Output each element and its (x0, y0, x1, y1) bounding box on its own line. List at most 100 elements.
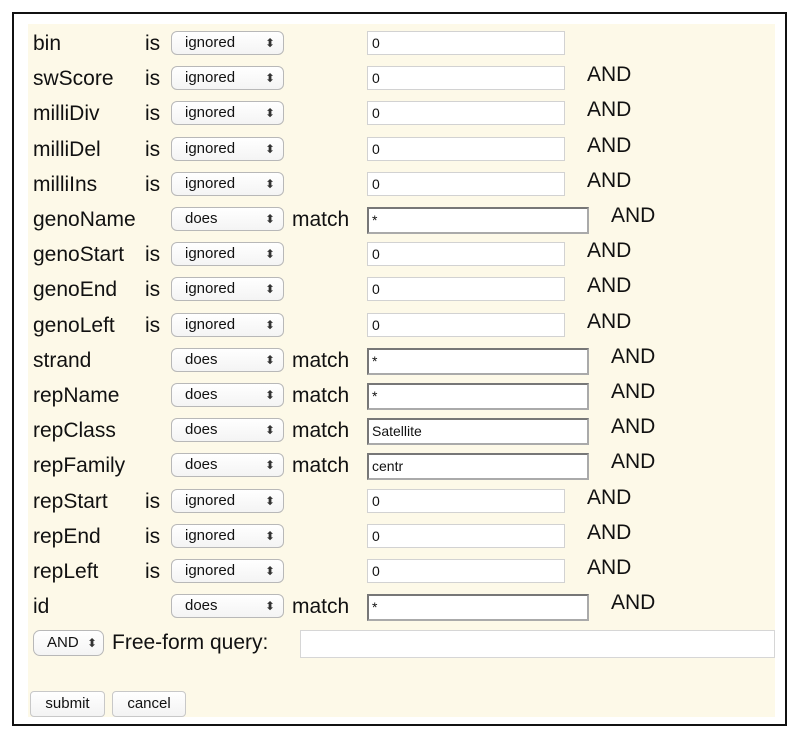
filter-row-repFamily: repFamily does ⬍ match centr AND (28, 450, 775, 485)
field-name: repName (33, 384, 120, 407)
conjunction-label: AND (587, 133, 632, 157)
comparison-select[interactable]: ignored ⬍ (171, 136, 284, 161)
match-word: match (292, 384, 350, 407)
operator-word: is (145, 313, 161, 337)
conjunction-label: AND (611, 591, 656, 615)
comparison-select-value: ignored (185, 491, 236, 509)
field-name: repEnd (33, 524, 101, 548)
freeform-query-input[interactable] (300, 630, 775, 658)
comparison-select-value: does (185, 421, 218, 439)
comparison-select-value: does (185, 597, 218, 615)
operator-word: is (145, 172, 161, 196)
comparison-select-value: ignored (185, 69, 236, 87)
filter-row-genoEnd: genoEnd is ignored ⬍ 0 AND (28, 274, 775, 309)
select-arrows-icon: ⬍ (264, 212, 275, 226)
filter-row-genoLeft: genoLeft is ignored ⬍ 0 AND (28, 310, 775, 345)
conjunction-label: AND (587, 239, 632, 263)
repClass-value-input[interactable]: Satellite (367, 418, 589, 446)
cancel-button[interactable]: cancel (112, 691, 186, 717)
submit-button[interactable]: submit (30, 691, 105, 717)
comparison-select[interactable]: ignored ⬍ (171, 101, 284, 126)
freeform-conjunction-value: AND (47, 634, 79, 651)
comparison-select[interactable]: ignored ⬍ (171, 523, 284, 548)
conjunction-label: AND (611, 380, 656, 403)
repLeft-value-input[interactable]: 0 (367, 559, 565, 583)
swScore-value-input[interactable]: 0 (367, 66, 565, 91)
filter-panel: AND ⬍ Free-form query: submit cancel bin… (28, 24, 775, 717)
operator-word: is (145, 489, 161, 513)
filter-row-id: id does ⬍ match * AND (28, 591, 775, 626)
repStart-value-input[interactable]: 0 (367, 488, 565, 513)
match-word: match (292, 348, 350, 372)
comparison-select[interactable]: ignored ⬍ (171, 242, 284, 267)
genoEnd-value-input[interactable]: 0 (367, 277, 565, 302)
comparison-select[interactable]: does ⬍ (171, 453, 284, 478)
genoName-value-input[interactable]: * (367, 207, 589, 234)
strand-value-input[interactable]: * (367, 347, 589, 375)
genoStart-value-input[interactable]: 0 (367, 242, 565, 267)
match-word: match (292, 419, 350, 443)
operator-word: is (145, 524, 161, 548)
filter-row-repName: repName does ⬍ match * AND (28, 380, 775, 415)
filter-row-genoName: genoName does ⬍ match * AND (28, 204, 775, 239)
select-arrows-icon: ⬍ (264, 388, 275, 402)
bin-value-input[interactable]: 0 (367, 31, 565, 55)
select-arrows-icon: ⬍ (264, 71, 275, 86)
comparison-select-value: ignored (185, 526, 236, 544)
comparison-select[interactable]: does ⬍ (171, 383, 284, 407)
filter-row-repEnd: repEnd is ignored ⬍ 0 AND (28, 521, 775, 556)
conjunction-label: AND (587, 63, 632, 87)
id-value-input[interactable]: * (367, 594, 589, 622)
repFamily-value-input[interactable]: centr (367, 453, 589, 481)
conjunction-label: AND (611, 415, 656, 439)
select-arrows-icon: ⬍ (264, 141, 275, 156)
comparison-select[interactable]: does ⬍ (171, 594, 284, 619)
comparison-select[interactable]: ignored ⬍ (171, 277, 284, 302)
conjunction-label: AND (587, 274, 632, 298)
repName-value-input[interactable]: * (367, 383, 589, 410)
filter-row-strand: strand does ⬍ match * AND (28, 345, 775, 380)
comparison-select-value: does (185, 456, 218, 474)
comparison-select[interactable]: ignored ⬍ (171, 171, 284, 196)
select-arrows-icon: ⬍ (264, 528, 275, 543)
select-arrows-icon: ⬍ (264, 247, 275, 262)
field-name: genoStart (33, 243, 125, 267)
select-arrows-icon: ⬍ (264, 423, 275, 438)
field-name: genoLeft (33, 313, 115, 337)
field-name: milliDiv (33, 102, 100, 126)
comparison-select[interactable]: does ⬍ (171, 207, 284, 231)
comparison-select-value: ignored (185, 104, 236, 122)
repEnd-value-input[interactable]: 0 (367, 523, 565, 548)
field-name: repClass (33, 419, 116, 443)
milliIns-value-input[interactable]: 0 (367, 171, 565, 196)
comparison-select-value: ignored (185, 280, 236, 298)
milliDel-value-input[interactable]: 0 (367, 136, 565, 161)
comparison-select[interactable]: does ⬍ (171, 418, 284, 443)
comparison-select[interactable]: ignored ⬍ (171, 488, 284, 513)
conjunction-label: AND (587, 309, 632, 333)
select-arrows-icon: ⬍ (264, 493, 275, 508)
match-word: match (292, 454, 350, 478)
field-name: milliIns (33, 172, 98, 196)
select-arrows-icon: ⬍ (264, 317, 275, 332)
milliDiv-value-input[interactable]: 0 (367, 101, 565, 126)
freeform-label: Free-form query: (112, 631, 269, 654)
operator-word: is (145, 278, 161, 302)
select-arrows-icon: ⬍ (264, 106, 275, 121)
conjunction-label: AND (587, 556, 632, 579)
comparison-select[interactable]: ignored ⬍ (171, 559, 284, 583)
comparison-select-value: ignored (185, 315, 236, 333)
comparison-select[interactable]: ignored ⬍ (171, 66, 284, 91)
operator-word: is (145, 560, 161, 583)
comparison-select[interactable]: ignored ⬍ (171, 31, 284, 55)
field-name: milliDel (33, 137, 101, 161)
field-name: repLeft (33, 560, 99, 583)
genoLeft-value-input[interactable]: 0 (367, 312, 565, 337)
comparison-select[interactable]: does ⬍ (171, 347, 284, 372)
field-name: id (33, 595, 50, 619)
comparison-select-value: ignored (185, 245, 236, 263)
comparison-select[interactable]: ignored ⬍ (171, 312, 284, 337)
filter-row-swScore: swScore is ignored ⬍ 0 AND (28, 63, 775, 98)
freeform-conjunction-select[interactable]: AND ⬍ (33, 630, 104, 656)
conjunction-label: AND (587, 520, 632, 544)
